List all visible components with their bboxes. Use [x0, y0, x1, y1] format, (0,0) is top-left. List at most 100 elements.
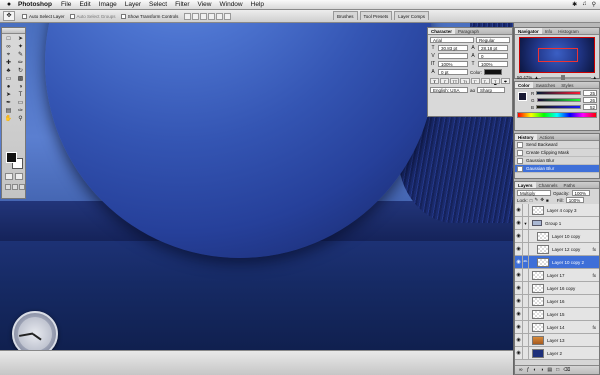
channel-b-value[interactable]: 52: [583, 104, 597, 110]
brush-tool-icon[interactable]: ✏: [15, 59, 26, 67]
eye-icon[interactable]: ◉: [515, 320, 523, 334]
hand-tool-icon[interactable]: ✋: [3, 115, 14, 123]
strikethrough-button[interactable]: T: [500, 78, 510, 84]
layer-link-cell[interactable]: [523, 320, 529, 334]
tab-history[interactable]: History: [515, 134, 537, 140]
eye-icon[interactable]: ◉: [515, 255, 523, 269]
path-selection-icon[interactable]: ➤: [3, 91, 14, 99]
zoom-out-icon[interactable]: ▲: [534, 75, 538, 80]
color-spectrum-ramp[interactable]: [517, 112, 597, 118]
screen-mode-standard-icon[interactable]: [5, 184, 11, 190]
link-layers-icon[interactable]: ∞: [519, 367, 523, 373]
layer-row[interactable]: ◉ Layer 16 copy: [515, 281, 599, 295]
layer-row[interactable]: ◉ Layer 14 fx: [515, 320, 599, 334]
layer-link-cell[interactable]: [523, 294, 529, 308]
magic-wand-tool-icon[interactable]: ✦: [15, 43, 26, 51]
align-right-icon[interactable]: [224, 12, 232, 20]
eye-icon[interactable]: ◉: [515, 333, 523, 347]
menu-file[interactable]: File: [61, 1, 71, 8]
zoom-slider[interactable]: [540, 74, 591, 80]
foreground-color-swatch[interactable]: [6, 152, 17, 163]
history-item-selected[interactable]: Gaussian Blur: [515, 165, 599, 173]
eye-icon[interactable]: ◉: [515, 229, 523, 243]
history-brush-icon[interactable]: ↻: [15, 67, 26, 75]
underline-button[interactable]: T: [490, 78, 500, 84]
menu-edit[interactable]: Edit: [79, 1, 90, 8]
slice-tool-icon[interactable]: ✎: [15, 51, 26, 59]
menu-layer[interactable]: Layer: [125, 1, 141, 8]
well-tab-layer-comps[interactable]: Layer Comps: [394, 11, 430, 20]
layer-row[interactable]: ◉ Layer 17 fx: [515, 268, 599, 282]
lock-pixels-icon[interactable]: ✎: [534, 197, 538, 203]
eye-icon[interactable]: ◉: [515, 294, 523, 308]
align-top-icon[interactable]: [184, 12, 192, 20]
checkbox-box[interactable]: [69, 13, 75, 19]
kerning-field[interactable]: [438, 53, 468, 59]
eye-icon[interactable]: ◉: [515, 268, 523, 282]
layer-row[interactable]: ◉ Layer 12 copy fx: [515, 242, 599, 256]
bluetooth-icon[interactable]: ✱: [572, 1, 577, 8]
subscript-button[interactable]: T,: [480, 78, 490, 84]
tab-navigator[interactable]: Navigator: [515, 28, 542, 34]
gradient-tool-icon[interactable]: ▩: [15, 75, 26, 83]
menu-select[interactable]: Select: [149, 1, 167, 8]
channel-r-value[interactable]: 25: [583, 90, 597, 96]
tab-paths[interactable]: Paths: [561, 182, 579, 188]
healing-brush-icon[interactable]: ✚: [3, 59, 14, 67]
menu-help[interactable]: Help: [251, 1, 264, 8]
font-style-select[interactable]: Regular: [476, 37, 510, 43]
faux-italic-button[interactable]: T: [440, 78, 450, 84]
channel-g-slider[interactable]: [536, 98, 581, 102]
well-tab-brushes[interactable]: Brushes: [333, 11, 358, 20]
new-layer-icon[interactable]: □: [556, 367, 559, 373]
layer-link-cell[interactable]: [523, 203, 529, 217]
layer-row[interactable]: ◉ Layer 16: [515, 294, 599, 308]
group-disclosure-icon[interactable]: ▼: [523, 216, 529, 230]
tracking-field[interactable]: 0: [478, 53, 508, 59]
all-caps-button[interactable]: TT: [450, 78, 460, 84]
zoom-value[interactable]: 50.47%: [517, 75, 532, 80]
opacity-field[interactable]: 100%: [571, 190, 590, 196]
layer-row[interactable]: ◉ Layer 4 copy 3: [515, 203, 599, 217]
show-transform-checkbox[interactable]: Show Transform Controls: [120, 13, 178, 19]
checkbox-box[interactable]: [22, 13, 27, 19]
lock-transparency-icon[interactable]: □: [530, 198, 533, 203]
layer-link-cell[interactable]: [523, 229, 529, 243]
text-color-swatch[interactable]: [484, 69, 503, 75]
shape-tool-icon[interactable]: ▭: [15, 99, 26, 107]
tab-channels[interactable]: Channels: [536, 182, 561, 188]
lasso-tool-icon[interactable]: ∞: [3, 43, 14, 51]
align-left-icon[interactable]: [208, 12, 216, 20]
align-bottom-icon[interactable]: [200, 12, 208, 20]
anti-alias-select[interactable]: Sharp: [477, 87, 506, 93]
eye-icon[interactable]: ◉: [515, 281, 523, 295]
quick-mask-icon[interactable]: [15, 173, 23, 180]
spotlight-icon[interactable]: ⚲: [592, 1, 596, 8]
vertical-scale-field[interactable]: 100%: [438, 61, 468, 67]
blur-tool-icon[interactable]: ●: [3, 83, 14, 91]
apple-menu-icon[interactable]: ●: [0, 1, 18, 8]
leading-field[interactable]: 28.18 pt: [478, 45, 508, 51]
marquee-tool-icon[interactable]: □: [3, 35, 14, 43]
layer-link-cell[interactable]: [523, 307, 529, 321]
tab-swatches[interactable]: Swatches: [533, 82, 559, 88]
superscript-button[interactable]: T': [470, 78, 480, 84]
lock-all-icon[interactable]: ■: [546, 198, 549, 203]
clock-widget[interactable]: [12, 311, 58, 350]
layer-link-cell[interactable]: [523, 281, 529, 295]
font-family-select[interactable]: Arial: [430, 37, 474, 43]
eye-icon[interactable]: ◉: [515, 346, 523, 360]
trash-icon[interactable]: ⌫: [563, 367, 570, 373]
layer-row[interactable]: ◉ Layer 15: [515, 307, 599, 321]
tab-layers[interactable]: Layers: [515, 182, 536, 188]
faux-bold-button[interactable]: T: [430, 78, 440, 84]
zoom-slider-knob[interactable]: [560, 74, 565, 80]
tab-paragraph[interactable]: Paragraph: [455, 28, 482, 34]
lock-position-icon[interactable]: ✥: [540, 197, 544, 203]
layer-row[interactable]: ◉ Layer 10 copy: [515, 229, 599, 243]
tab-color[interactable]: Color: [515, 82, 533, 88]
zoom-tool-icon[interactable]: ⚲: [15, 115, 26, 123]
volume-icon[interactable]: ♫: [582, 1, 587, 8]
tab-character[interactable]: Character: [428, 28, 456, 34]
align-center-icon[interactable]: [216, 12, 224, 20]
